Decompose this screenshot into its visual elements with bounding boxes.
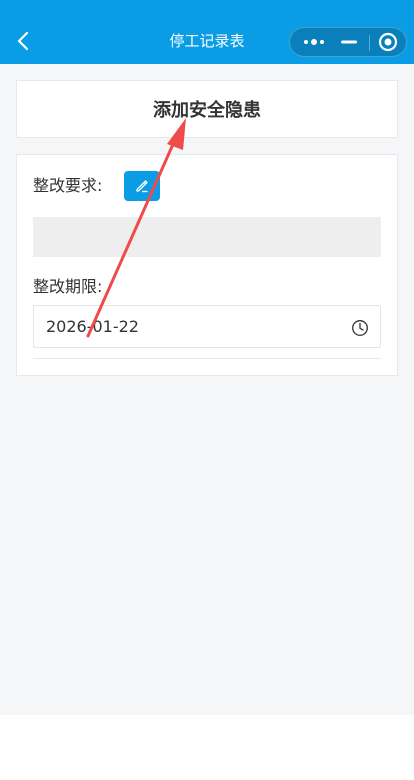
section-title-card: 添加安全隐患	[16, 80, 398, 138]
more-dots-icon	[304, 39, 324, 45]
deadline-label: 整改期限:	[33, 277, 103, 296]
minimize-button[interactable]	[334, 28, 364, 56]
deadline-value: 2026-01-22	[46, 317, 139, 336]
clock-icon	[352, 320, 368, 336]
nav-bar: 停工记录表	[0, 0, 414, 64]
minus-icon	[341, 40, 357, 44]
deadline-date-picker[interactable]: 2026-01-22	[33, 305, 381, 348]
edit-requirement-button[interactable]	[124, 171, 160, 201]
requirement-textarea[interactable]	[33, 217, 381, 257]
more-button[interactable]	[294, 28, 334, 56]
rectification-form: 整改要求: 整改期限: 2026-01-22	[16, 154, 398, 376]
close-button[interactable]	[370, 28, 406, 56]
target-circle-icon	[378, 32, 398, 52]
requirement-label: 整改要求:	[33, 176, 103, 195]
pencil-icon	[136, 180, 148, 193]
mini-program-capsule	[289, 27, 407, 57]
section-title: 添加安全隐患	[153, 100, 261, 121]
form-divider	[33, 358, 381, 359]
